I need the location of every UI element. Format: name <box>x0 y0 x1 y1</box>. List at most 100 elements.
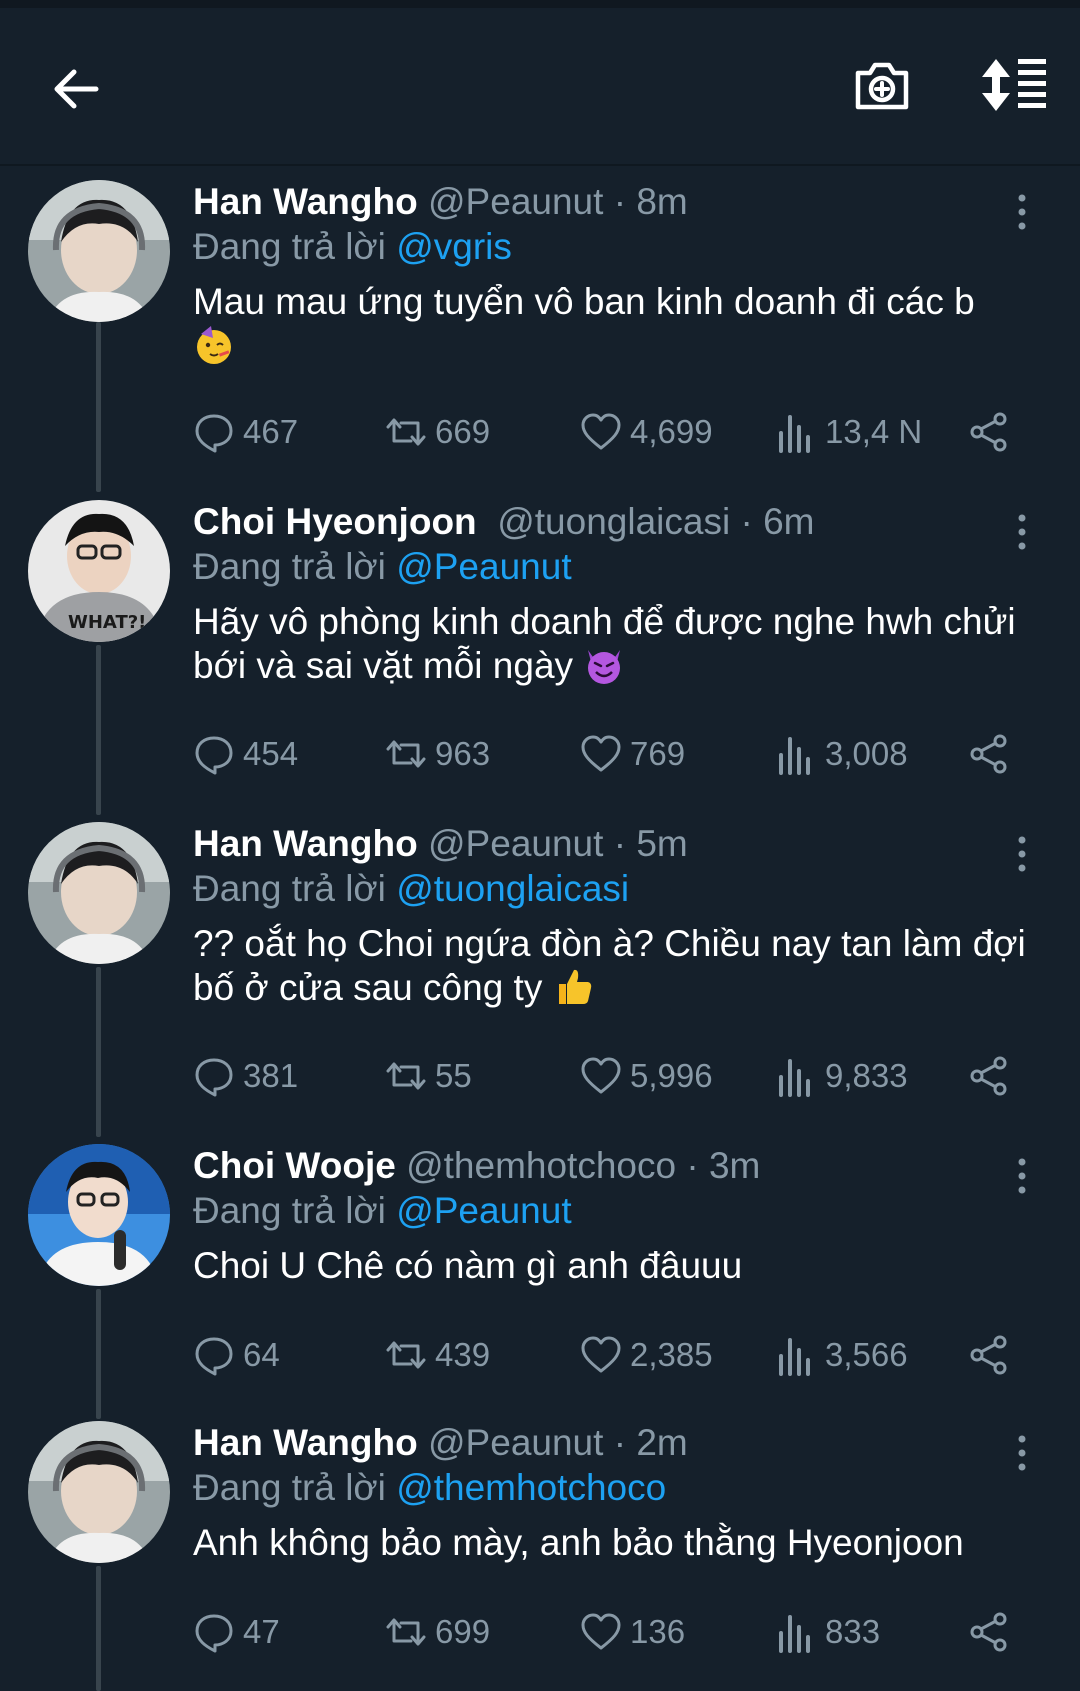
display-name[interactable]: Han Wangho <box>193 181 418 222</box>
avatar[interactable]: WHAT?! <box>28 500 170 642</box>
handle[interactable]: @Peaunut <box>428 823 603 864</box>
reply-icon <box>195 736 233 775</box>
share-button[interactable] <box>968 407 1010 457</box>
retweet-count: 669 <box>435 413 491 450</box>
avatar[interactable] <box>28 1421 170 1563</box>
views-count: 9,833 <box>825 1057 908 1094</box>
reply-button[interactable]: 467 <box>193 407 298 457</box>
views-icon <box>779 1059 810 1097</box>
views-button[interactable]: 3,008 <box>775 729 908 779</box>
tweet-text-content: Choi U Chê có nàm gì anh đâuuu <box>193 1245 743 1286</box>
share-icon <box>970 1612 1007 1652</box>
separator-dot: · <box>686 1145 699 1186</box>
reply-context: Đang trả lời @themhotchoco <box>193 1465 1043 1511</box>
tweet-header: Choi Wooje @themhotchoco · 3m <box>193 1144 1043 1188</box>
tweet-actions: 47 699 136 833 <box>193 1607 1043 1657</box>
timestamp[interactable]: 5m <box>636 823 687 864</box>
tweet-header: Choi Hyeonjoon @tuonglaicasi · 6m <box>193 500 1043 544</box>
avatar[interactable] <box>28 1144 170 1286</box>
avatar-photo <box>28 822 170 964</box>
share-icon <box>970 1335 1007 1375</box>
views-count: 3,008 <box>825 735 908 772</box>
like-count: 769 <box>630 735 686 772</box>
share-button[interactable] <box>968 1607 1010 1657</box>
share-button[interactable] <box>968 1330 1010 1380</box>
like-button[interactable]: 136 <box>580 1607 685 1657</box>
views-button[interactable]: 833 <box>775 1607 880 1657</box>
avatar-photo <box>28 180 170 322</box>
avatar-photo: WHAT?! <box>28 500 170 642</box>
avatar-photo <box>28 1421 170 1563</box>
display-name[interactable]: Choi Hyeonjoon <box>193 501 477 542</box>
reply-mention[interactable]: @vgris <box>396 226 512 267</box>
tweet-header: Han Wangho @Peaunut · 2m <box>193 1421 1043 1465</box>
like-button[interactable]: 5,996 <box>580 1051 713 1101</box>
reply-button[interactable]: 454 <box>193 729 298 779</box>
heart-icon <box>581 1336 621 1373</box>
separator-dot: · <box>613 181 627 222</box>
display-name[interactable]: Choi Wooje <box>193 1145 396 1186</box>
views-icon <box>779 737 810 775</box>
avatar-photo <box>28 1144 170 1286</box>
reply-mention[interactable]: @tuonglaicasi <box>396 868 629 909</box>
share-button[interactable] <box>968 729 1010 779</box>
sort-icon[interactable] <box>978 55 1048 115</box>
reply-icon <box>195 1614 233 1653</box>
timestamp[interactable]: 2m <box>636 1422 687 1463</box>
avatar[interactable] <box>28 180 170 322</box>
views-icon <box>779 415 810 453</box>
more-options-icon[interactable] <box>1012 512 1032 552</box>
more-options-icon[interactable] <box>1012 834 1032 874</box>
reply-icon <box>195 414 233 453</box>
views-button[interactable]: 13,4 N <box>775 407 922 457</box>
tweet-text: Hãy vô phòng kinh doanh để được nghe hwh… <box>193 600 1043 688</box>
retweet-button[interactable]: 699 <box>385 1607 490 1657</box>
retweet-button[interactable]: 963 <box>385 729 490 779</box>
timestamp[interactable]: 3m <box>709 1145 760 1186</box>
avatar[interactable] <box>28 822 170 964</box>
timestamp[interactable]: 8m <box>636 181 687 222</box>
reply-button[interactable]: 64 <box>193 1330 280 1380</box>
retweet-button[interactable]: 439 <box>385 1330 490 1380</box>
reply-button[interactable]: 381 <box>193 1051 298 1101</box>
views-button[interactable]: 3,566 <box>775 1330 908 1380</box>
retweet-button[interactable]: 669 <box>385 407 490 457</box>
share-button[interactable] <box>968 1051 1010 1101</box>
status-bar <box>0 0 1080 8</box>
handle[interactable]: @Peaunut <box>428 181 603 222</box>
thumbs-up-emoji <box>558 969 591 1004</box>
more-options-icon[interactable] <box>1012 192 1032 232</box>
display-name[interactable]: Han Wangho <box>193 1422 418 1463</box>
like-button[interactable]: 2,385 <box>580 1330 713 1380</box>
views-count: 833 <box>825 1613 881 1650</box>
handle[interactable]: @tuonglaicasi <box>497 501 730 542</box>
reply-mention[interactable]: @themhotchoco <box>396 1467 666 1508</box>
like-count: 136 <box>630 1613 686 1650</box>
tweet-actions: 64 439 2,385 3,566 <box>193 1330 1043 1380</box>
separator-dot: · <box>740 501 753 542</box>
tweet-text: Choi U Chê có nàm gì anh đâuuu <box>193 1244 1043 1288</box>
retweet-button[interactable]: 55 <box>385 1051 472 1101</box>
thread-line <box>96 967 101 1137</box>
reply-button[interactable]: 47 <box>193 1607 280 1657</box>
reply-mention[interactable]: @Peaunut <box>396 1190 571 1231</box>
handle[interactable]: @Peaunut <box>428 1422 603 1463</box>
handle[interactable]: @themhotchoco <box>406 1145 676 1186</box>
arrow-left-icon[interactable] <box>50 63 102 115</box>
reply-mention[interactable]: @Peaunut <box>396 546 571 587</box>
more-options-icon[interactable] <box>1012 1156 1032 1196</box>
tweet-actions: 467 669 4,699 13,4 N <box>193 407 1043 457</box>
camera-plus-icon[interactable] <box>852 55 912 115</box>
reply-label: Đang trả lời <box>193 1190 386 1231</box>
tweet-actions: 381 55 5,996 9,833 <box>193 1051 1043 1101</box>
reply-label: Đang trả lời <box>193 226 386 267</box>
views-button[interactable]: 9,833 <box>775 1051 908 1101</box>
timestamp[interactable]: 6m <box>763 501 814 542</box>
display-name[interactable]: Han Wangho <box>193 823 418 864</box>
separator-dot: · <box>613 823 627 864</box>
more-options-icon[interactable] <box>1012 1433 1032 1473</box>
reply-context: Đang trả lời @Peaunut <box>193 1188 1043 1234</box>
like-button[interactable]: 4,699 <box>580 407 713 457</box>
heart-icon <box>581 1057 621 1094</box>
like-button[interactable]: 769 <box>580 729 685 779</box>
